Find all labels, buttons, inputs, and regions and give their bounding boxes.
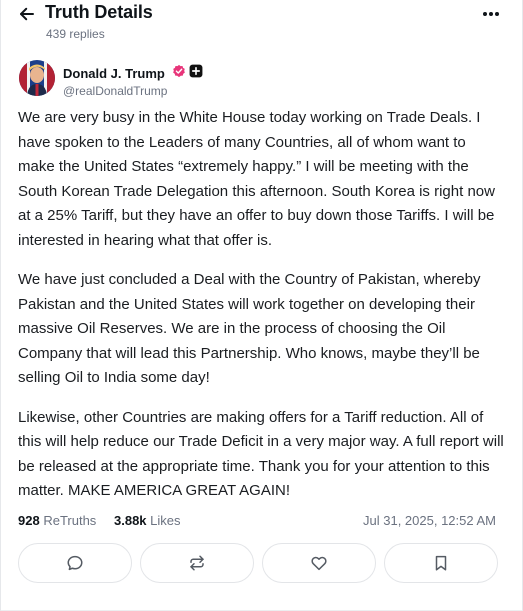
reply-bubble-icon — [67, 555, 83, 571]
back-button[interactable] — [15, 2, 39, 26]
more-horizontal-icon — [483, 12, 499, 16]
author-handle[interactable]: @realDonaldTrump — [63, 84, 167, 98]
likes-label: Likes — [150, 513, 181, 528]
retruths-stat[interactable]: 928 ReTruths — [18, 513, 96, 528]
post-author: Donald J. Trump @realDonaldTrump — [19, 60, 419, 100]
bookmark-icon — [435, 555, 447, 571]
heart-icon — [311, 556, 327, 571]
reply-button[interactable] — [18, 543, 132, 583]
like-button[interactable] — [262, 543, 376, 583]
page-title: Truth Details — [45, 2, 153, 22]
bookmark-button[interactable] — [384, 543, 498, 583]
arrow-left-icon — [20, 7, 34, 21]
author-name[interactable]: Donald J. Trump — [63, 66, 165, 81]
retruth-icon — [190, 555, 204, 571]
likes-stat[interactable]: 3.88k Likes — [114, 513, 181, 528]
retruth-button[interactable] — [140, 543, 254, 583]
more-options-button[interactable] — [480, 6, 502, 22]
author-badges — [172, 64, 203, 78]
replies-count: 439 replies — [46, 27, 105, 41]
plus-badge-icon — [189, 64, 203, 78]
avatar[interactable] — [19, 60, 55, 96]
page-header: Truth Details 439 replies — [1, 0, 522, 48]
truth-details-page: Truth Details 439 replies Donald J. Trum… — [0, 0, 523, 611]
post-paragraph: We have just concluded a Deal with the C… — [18, 271, 481, 386]
avatar-image-icon — [19, 60, 55, 96]
retruths-label: ReTruths — [43, 513, 97, 528]
post-timestamp: Jul 31, 2025, 12:52 AM — [363, 513, 496, 528]
verified-badge-icon — [173, 64, 185, 78]
post-stats: 928 ReTruths 3.88k Likes Jul 31, 2025, 1… — [18, 513, 496, 533]
post-paragraph: We are very busy in the White House toda… — [18, 109, 495, 249]
post-body: We are very busy in the White House toda… — [18, 106, 506, 519]
post-paragraph: Likewise, other Countries are making off… — [18, 408, 504, 500]
likes-count: 3.88k — [114, 513, 147, 528]
action-bar — [18, 543, 498, 583]
retruths-count: 928 — [18, 513, 40, 528]
